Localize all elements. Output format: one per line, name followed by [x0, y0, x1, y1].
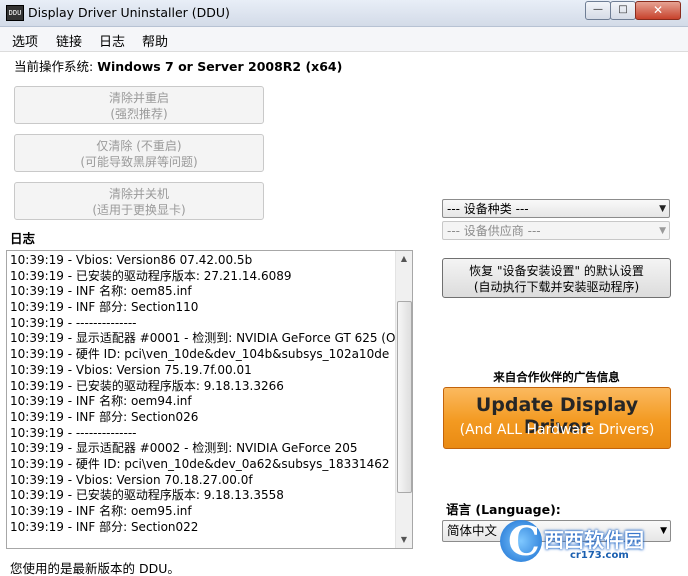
log-line: 10:39:19 - 已安装的驱动程序版本: 9.18.13.3266: [10, 378, 284, 393]
menu-bar: 选项 链接 日志 帮助: [0, 27, 688, 52]
restore-button-label: 恢复 "设备安装设置" 的默认设置: [469, 264, 644, 278]
maximize-button[interactable]: □: [610, 1, 636, 20]
device-type-value: --- 设备种类 ---: [447, 202, 529, 216]
scroll-up-arrow-icon[interactable]: ▲: [396, 251, 412, 267]
title-bar[interactable]: DDU Display Driver Uninstaller (DDU) — □…: [0, 0, 688, 27]
watermark-domain: cr173.com: [570, 550, 629, 561]
main-content: 当前操作系统: Windows 7 or Server 2008R2 (x64)…: [0, 52, 688, 576]
log-title: 日志: [10, 231, 36, 246]
chevron-down-icon: ▼: [659, 226, 666, 236]
log-line: 10:39:19 - INF 部分: Section026: [10, 409, 199, 424]
log-lines: 10:39:19 - Vbios: Version86 07.42.00.5b 1…: [10, 253, 395, 535]
clean-and-restart-label: 清除并重启: [108, 91, 169, 105]
log-line: 10:39:19 - INF 部分: Section110: [10, 300, 199, 315]
log-line: 10:39:19 - Vbios: Version 70.18.27.00.0f: [10, 472, 253, 487]
log-line: 10:39:19 - INF 名称: oem95.inf: [10, 504, 192, 518]
log-line: 10:39:19 - 已安装的驱动程序版本: 9.18.13.3558: [10, 488, 284, 503]
log-line: 10:39:19 - 显示适配器 #0002 - 检测到: NVIDIA GeF…: [10, 441, 358, 456]
window-title: Display Driver Uninstaller (DDU): [28, 5, 230, 20]
clean-only-button[interactable]: 仅清除 (不重启) (可能导致黑屏等问题): [14, 134, 264, 172]
ddu-app-icon: DDU: [6, 5, 24, 21]
menu-log[interactable]: 日志: [99, 31, 125, 50]
language-label: 语言 (Language):: [446, 502, 561, 517]
update-driver-ad-button[interactable]: Update Display Driver (And ALL Hardware …: [443, 387, 671, 449]
scroll-thumb[interactable]: [397, 301, 412, 493]
close-button[interactable]: ✕: [635, 1, 681, 20]
log-line: 10:39:19 - 显示适配器 #0001 - 检测到: NVIDIA GeF…: [10, 331, 395, 346]
log-line: 10:39:19 - INF 名称: oem94.inf: [10, 394, 192, 409]
language-value: 简体中文: [447, 523, 498, 538]
log-scrollbar[interactable]: ▲ ▼: [395, 251, 412, 548]
log-line: 10:39:19 - Vbios: Version 75.19.7f.00.01: [10, 362, 252, 377]
log-line: 10:39:19 - 已安装的驱动程序版本: 27.21.14.6089: [10, 268, 292, 283]
log-line: 10:39:19 - --------------: [10, 425, 137, 440]
clean-and-restart-button[interactable]: 清除并重启 (强烈推荐): [14, 86, 264, 124]
current-os-info: 当前操作系统: Windows 7 or Server 2008R2 (x64): [14, 56, 342, 75]
log-line: 10:39:19 - 硬件 ID: pci\ven_10de&dev_104b&…: [10, 347, 390, 362]
log-line: 10:39:19 - 硬件 ID: pci\ven_10de&dev_0a62&…: [10, 456, 390, 471]
watermark-logo: C 西西软件园 cr173.com: [500, 518, 675, 566]
log-line: 10:39:19 - --------------: [10, 315, 137, 330]
clean-only-label: 仅清除 (不重启): [96, 139, 182, 153]
clean-and-shutdown-label: 清除并关机: [108, 187, 169, 201]
ad-subtitle: (And ALL Hardware Drivers): [459, 422, 655, 438]
app-window: DDU Display Driver Uninstaller (DDU) — □…: [0, 0, 688, 576]
device-vendor-select[interactable]: --- 设备供应商 --- ▼: [442, 221, 670, 240]
minimize-button[interactable]: —: [585, 1, 611, 20]
menu-links[interactable]: 链接: [56, 31, 82, 50]
log-panel[interactable]: 10:39:19 - Vbios: Version86 07.42.00.5b 1…: [6, 250, 413, 549]
log-line: 10:39:19 - INF 名称: oem85.inf: [10, 284, 192, 299]
chevron-down-icon: ▼: [659, 204, 666, 214]
status-text: 您使用的是最新版本的 DDU。: [10, 561, 180, 576]
menu-options[interactable]: 选项: [12, 31, 38, 50]
device-type-select[interactable]: --- 设备种类 --- ▼: [442, 199, 670, 218]
log-line: 10:39:19 - INF 部分: Section022: [10, 519, 199, 534]
menu-help[interactable]: 帮助: [142, 31, 168, 50]
scroll-down-arrow-icon[interactable]: ▼: [396, 532, 412, 548]
clean-and-restart-note: (强烈推荐): [110, 107, 168, 121]
clean-only-note: (可能导致黑屏等问题): [80, 155, 198, 169]
device-vendor-value: --- 设备供应商 ---: [447, 224, 541, 238]
watermark-brand: 西西软件园: [544, 528, 644, 552]
os-value: Windows 7 or Server 2008R2 (x64): [97, 59, 343, 74]
log-line: 10:39:19 - Vbios: Version86 07.42.00.5b: [10, 253, 253, 267]
restore-button-note: (自动执行下载并安装驱动程序): [473, 280, 640, 294]
clean-and-shutdown-note: (适用于更换显卡): [92, 203, 186, 217]
os-label: 当前操作系统:: [14, 59, 94, 74]
restore-device-settings-button[interactable]: 恢复 "设备安装设置" 的默认设置 (自动执行下载并安装驱动程序): [442, 258, 671, 298]
clean-and-shutdown-button[interactable]: 清除并关机 (适用于更换显卡): [14, 182, 264, 220]
ad-caption: 来自合作伙伴的广告信息: [493, 370, 620, 384]
watermark-c-icon: C: [508, 518, 540, 565]
